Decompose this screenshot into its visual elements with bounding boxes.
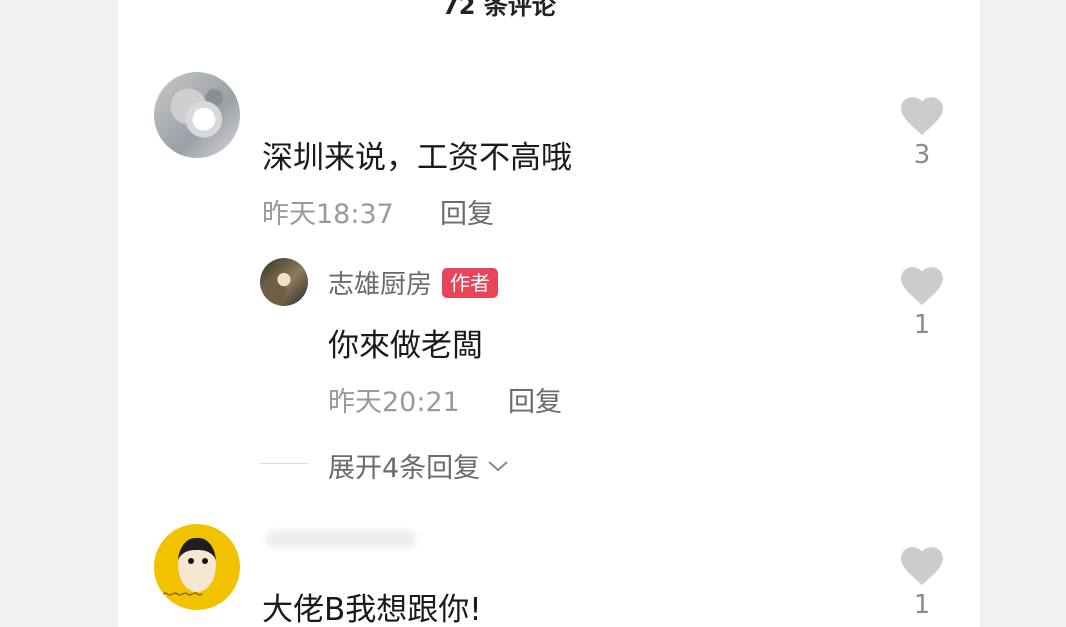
avatar[interactable]: [154, 72, 240, 158]
comment-count-title: 72 条评论: [442, 0, 556, 20]
reply-button[interactable]: 回复: [440, 192, 494, 231]
reply-time: 昨天20:21: [328, 387, 460, 418]
comment-text: 大佬B我想跟你!: [262, 592, 482, 627]
expand-replies-button[interactable]: 展开4条回复: [328, 446, 510, 485]
reply-like-button[interactable]: 1: [892, 266, 952, 340]
like-count: 3: [913, 140, 931, 170]
reply-username[interactable]: 志雄厨房: [328, 264, 432, 301]
like-count: 1: [913, 310, 931, 340]
like-count: 1: [913, 590, 931, 620]
like-button[interactable]: 3: [892, 96, 952, 170]
chevron-down-icon: [488, 460, 508, 471]
avatar-scribble: 〜〜〜〜: [162, 588, 203, 601]
comments-panel: 72 条评论 深圳来说，工资不高哦 昨天18:37 回复 3 志雄厨房 作者 你…: [118, 0, 980, 627]
reply-avatar[interactable]: [260, 258, 308, 306]
divider: [260, 463, 308, 464]
like-button[interactable]: 1: [892, 546, 952, 620]
reply-text: 你來做老闆: [328, 328, 483, 364]
comment-time: 昨天18:37: [262, 199, 394, 230]
reply-header: 志雄厨房 作者: [328, 264, 499, 301]
blurred-username: [266, 530, 416, 548]
reply-button[interactable]: 回复: [508, 380, 562, 419]
heart-icon: [901, 97, 943, 136]
avatar-face: [178, 538, 216, 592]
heart-icon: [901, 547, 943, 586]
avatar[interactable]: 〜〜〜〜: [154, 524, 240, 610]
author-badge: 作者: [442, 267, 499, 298]
avatar-eye: [188, 558, 194, 564]
heart-icon: [901, 267, 943, 306]
avatar-eye: [202, 558, 208, 564]
comment-text: 深圳来说，工资不高哦: [262, 140, 572, 176]
expand-replies-label: 展开4条回复: [328, 453, 481, 484]
